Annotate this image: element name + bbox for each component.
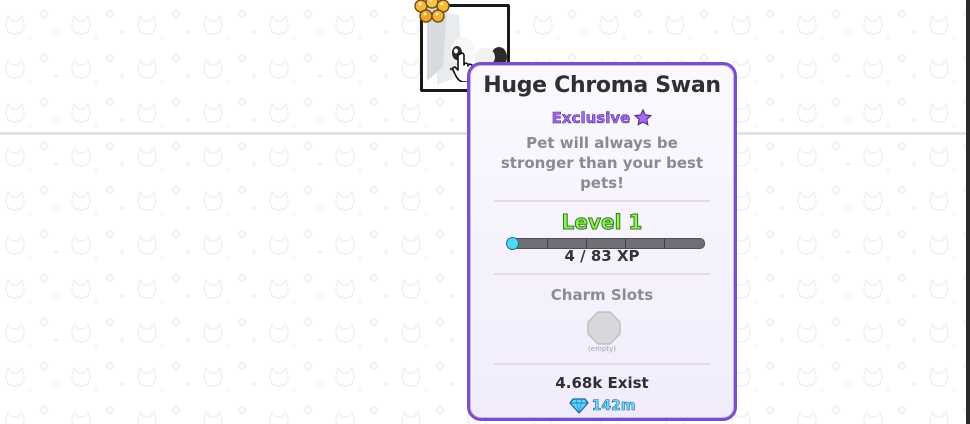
pet-description: Pet will always be stronger than your be… bbox=[500, 134, 704, 192]
price-value: 142m bbox=[591, 398, 636, 415]
divider bbox=[494, 200, 710, 202]
divider bbox=[494, 273, 710, 275]
charm-slot-label: (empty) bbox=[588, 345, 616, 353]
price-row: 142m bbox=[470, 396, 734, 416]
pet-tooltip: Huge Chroma Swan Exclusive Pet will alwa… bbox=[467, 62, 737, 421]
divider bbox=[494, 363, 710, 365]
crown-icon bbox=[414, 0, 450, 23]
charm-slot[interactable] bbox=[587, 311, 621, 345]
pet-name: Huge Chroma Swan bbox=[483, 73, 721, 98]
exist-count: 4.68k Exist bbox=[555, 374, 649, 392]
rarity-row: Exclusive bbox=[470, 107, 734, 129]
rarity-label: Exclusive bbox=[551, 109, 631, 128]
xp-text: 4 / 83 XP bbox=[564, 247, 640, 265]
level-label: Level 1 bbox=[561, 210, 643, 235]
star-icon bbox=[634, 109, 653, 126]
diamond-icon bbox=[568, 398, 589, 414]
charm-slots-title: Charm Slots bbox=[550, 286, 654, 304]
window-edge bbox=[966, 0, 970, 424]
